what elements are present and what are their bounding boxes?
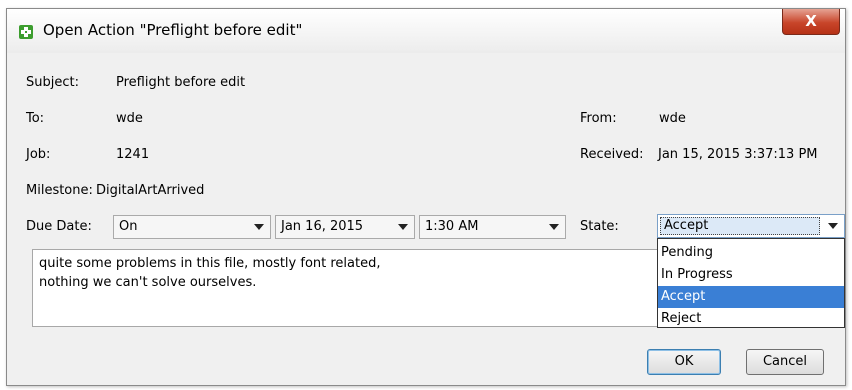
state-dropdown-list: Pending In Progress Accept Reject bbox=[657, 238, 845, 328]
received-label: Received: bbox=[580, 147, 644, 162]
state-label: State: bbox=[580, 219, 619, 234]
state-option-accept[interactable]: Accept bbox=[658, 286, 844, 308]
due-time-value: 1:30 AM bbox=[425, 219, 479, 234]
cancel-button[interactable]: Cancel bbox=[746, 349, 824, 375]
notes-textarea[interactable]: quite some problems in this file, mostly… bbox=[32, 249, 662, 327]
to-label: To: bbox=[26, 111, 45, 126]
state-option-in-progress[interactable]: In Progress bbox=[658, 264, 844, 286]
chevron-down-icon bbox=[549, 224, 559, 230]
state-selected-value: Accept bbox=[660, 217, 820, 235]
milestone-value: DigitalArtArrived bbox=[96, 183, 205, 198]
from-label: From: bbox=[580, 111, 617, 126]
due-date-value: Jan 16, 2015 bbox=[281, 219, 364, 234]
chevron-down-icon bbox=[398, 224, 408, 230]
state-option-reject[interactable]: Reject bbox=[658, 308, 844, 330]
state-select[interactable]: Accept bbox=[657, 214, 845, 238]
state-option-pending[interactable]: Pending bbox=[658, 242, 844, 264]
subject-value: Preflight before edit bbox=[116, 75, 246, 90]
due-mode-value: On bbox=[119, 219, 138, 234]
close-icon[interactable]: X bbox=[782, 9, 840, 35]
subject-label: Subject: bbox=[26, 75, 79, 90]
due-date-label: Due Date: bbox=[26, 219, 92, 234]
milestone-label: Milestone: bbox=[26, 183, 93, 198]
chevron-down-icon bbox=[828, 223, 838, 229]
chevron-down-icon bbox=[254, 224, 264, 230]
job-value: 1241 bbox=[116, 147, 150, 162]
ok-button[interactable]: OK bbox=[647, 349, 721, 375]
received-value: Jan 15, 2015 3:37:13 PM bbox=[658, 147, 818, 162]
window-title: Open Action "Preflight before edit" bbox=[43, 21, 303, 39]
to-value: wde bbox=[116, 111, 143, 126]
due-time-select[interactable]: 1:30 AM bbox=[419, 215, 566, 239]
due-mode-select[interactable]: On bbox=[113, 215, 271, 239]
from-value: wde bbox=[659, 111, 686, 126]
action-app-icon bbox=[19, 25, 33, 39]
job-label: Job: bbox=[26, 147, 51, 162]
due-date-select[interactable]: Jan 16, 2015 bbox=[275, 215, 415, 239]
title-bar[interactable]: Open Action "Preflight before edit" X bbox=[7, 9, 845, 53]
